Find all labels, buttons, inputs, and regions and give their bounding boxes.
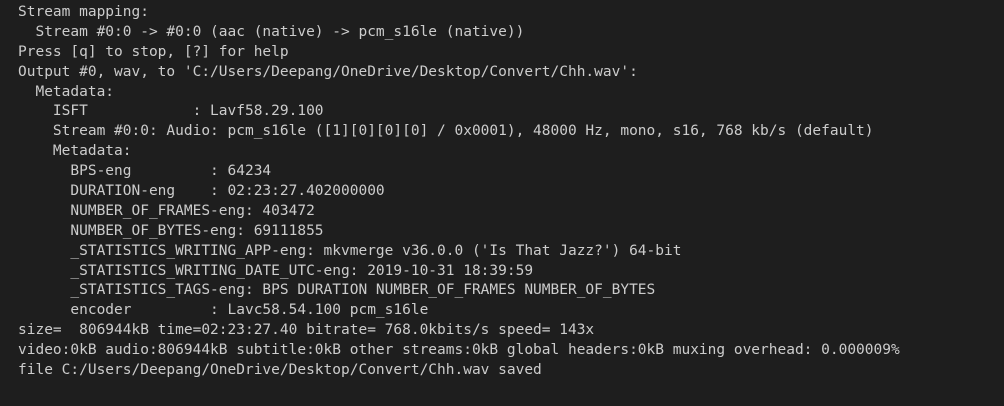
terminal-line: Metadata: bbox=[18, 83, 115, 100]
terminal-line: video:0kB audio:806944kB subtitle:0kB ot… bbox=[18, 342, 900, 359]
terminal-line: size= 806944kB time=02:23:27.40 bitrate=… bbox=[18, 322, 595, 339]
terminal-line: _STATISTICS_TAGS-eng: BPS DURATION NUMBE… bbox=[18, 282, 656, 299]
terminal-line: BPS-eng : 64234 bbox=[18, 163, 272, 180]
terminal-line: Output #0, wav, to 'C:/Users/Deepang/One… bbox=[18, 63, 638, 80]
terminal-line: file C:/Users/Deepang/OneDrive/Desktop/C… bbox=[18, 362, 542, 379]
terminal-line: encoder : Lavc58.54.100 pcm_s16le bbox=[18, 302, 429, 319]
terminal-line: NUMBER_OF_FRAMES-eng: 403472 bbox=[18, 202, 315, 219]
terminal-line: DURATION-eng : 02:23:27.402000000 bbox=[18, 183, 385, 200]
terminal-output[interactable]: Stream mapping: Stream #0:0 -> #0:0 (aac… bbox=[0, 0, 1004, 406]
terminal-line: Metadata: bbox=[18, 143, 132, 160]
terminal-line: NUMBER_OF_BYTES-eng: 69111855 bbox=[18, 222, 324, 239]
terminal-line: Stream mapping: bbox=[18, 4, 149, 20]
terminal-line: Stream #0:0 -> #0:0 (aac (native) -> pcm… bbox=[18, 23, 525, 40]
terminal-line: Stream #0:0: Audio: pcm_s16le ([1][0][0]… bbox=[18, 123, 874, 140]
terminal-line: _STATISTICS_WRITING_APP-eng: mkvmerge v3… bbox=[18, 242, 682, 259]
terminal-line: ISFT : Lavf58.29.100 bbox=[18, 103, 324, 120]
terminal-line: Press [q] to stop, [?] for help bbox=[18, 43, 289, 60]
terminal-line: _STATISTICS_WRITING_DATE_UTC-eng: 2019-1… bbox=[18, 262, 534, 279]
